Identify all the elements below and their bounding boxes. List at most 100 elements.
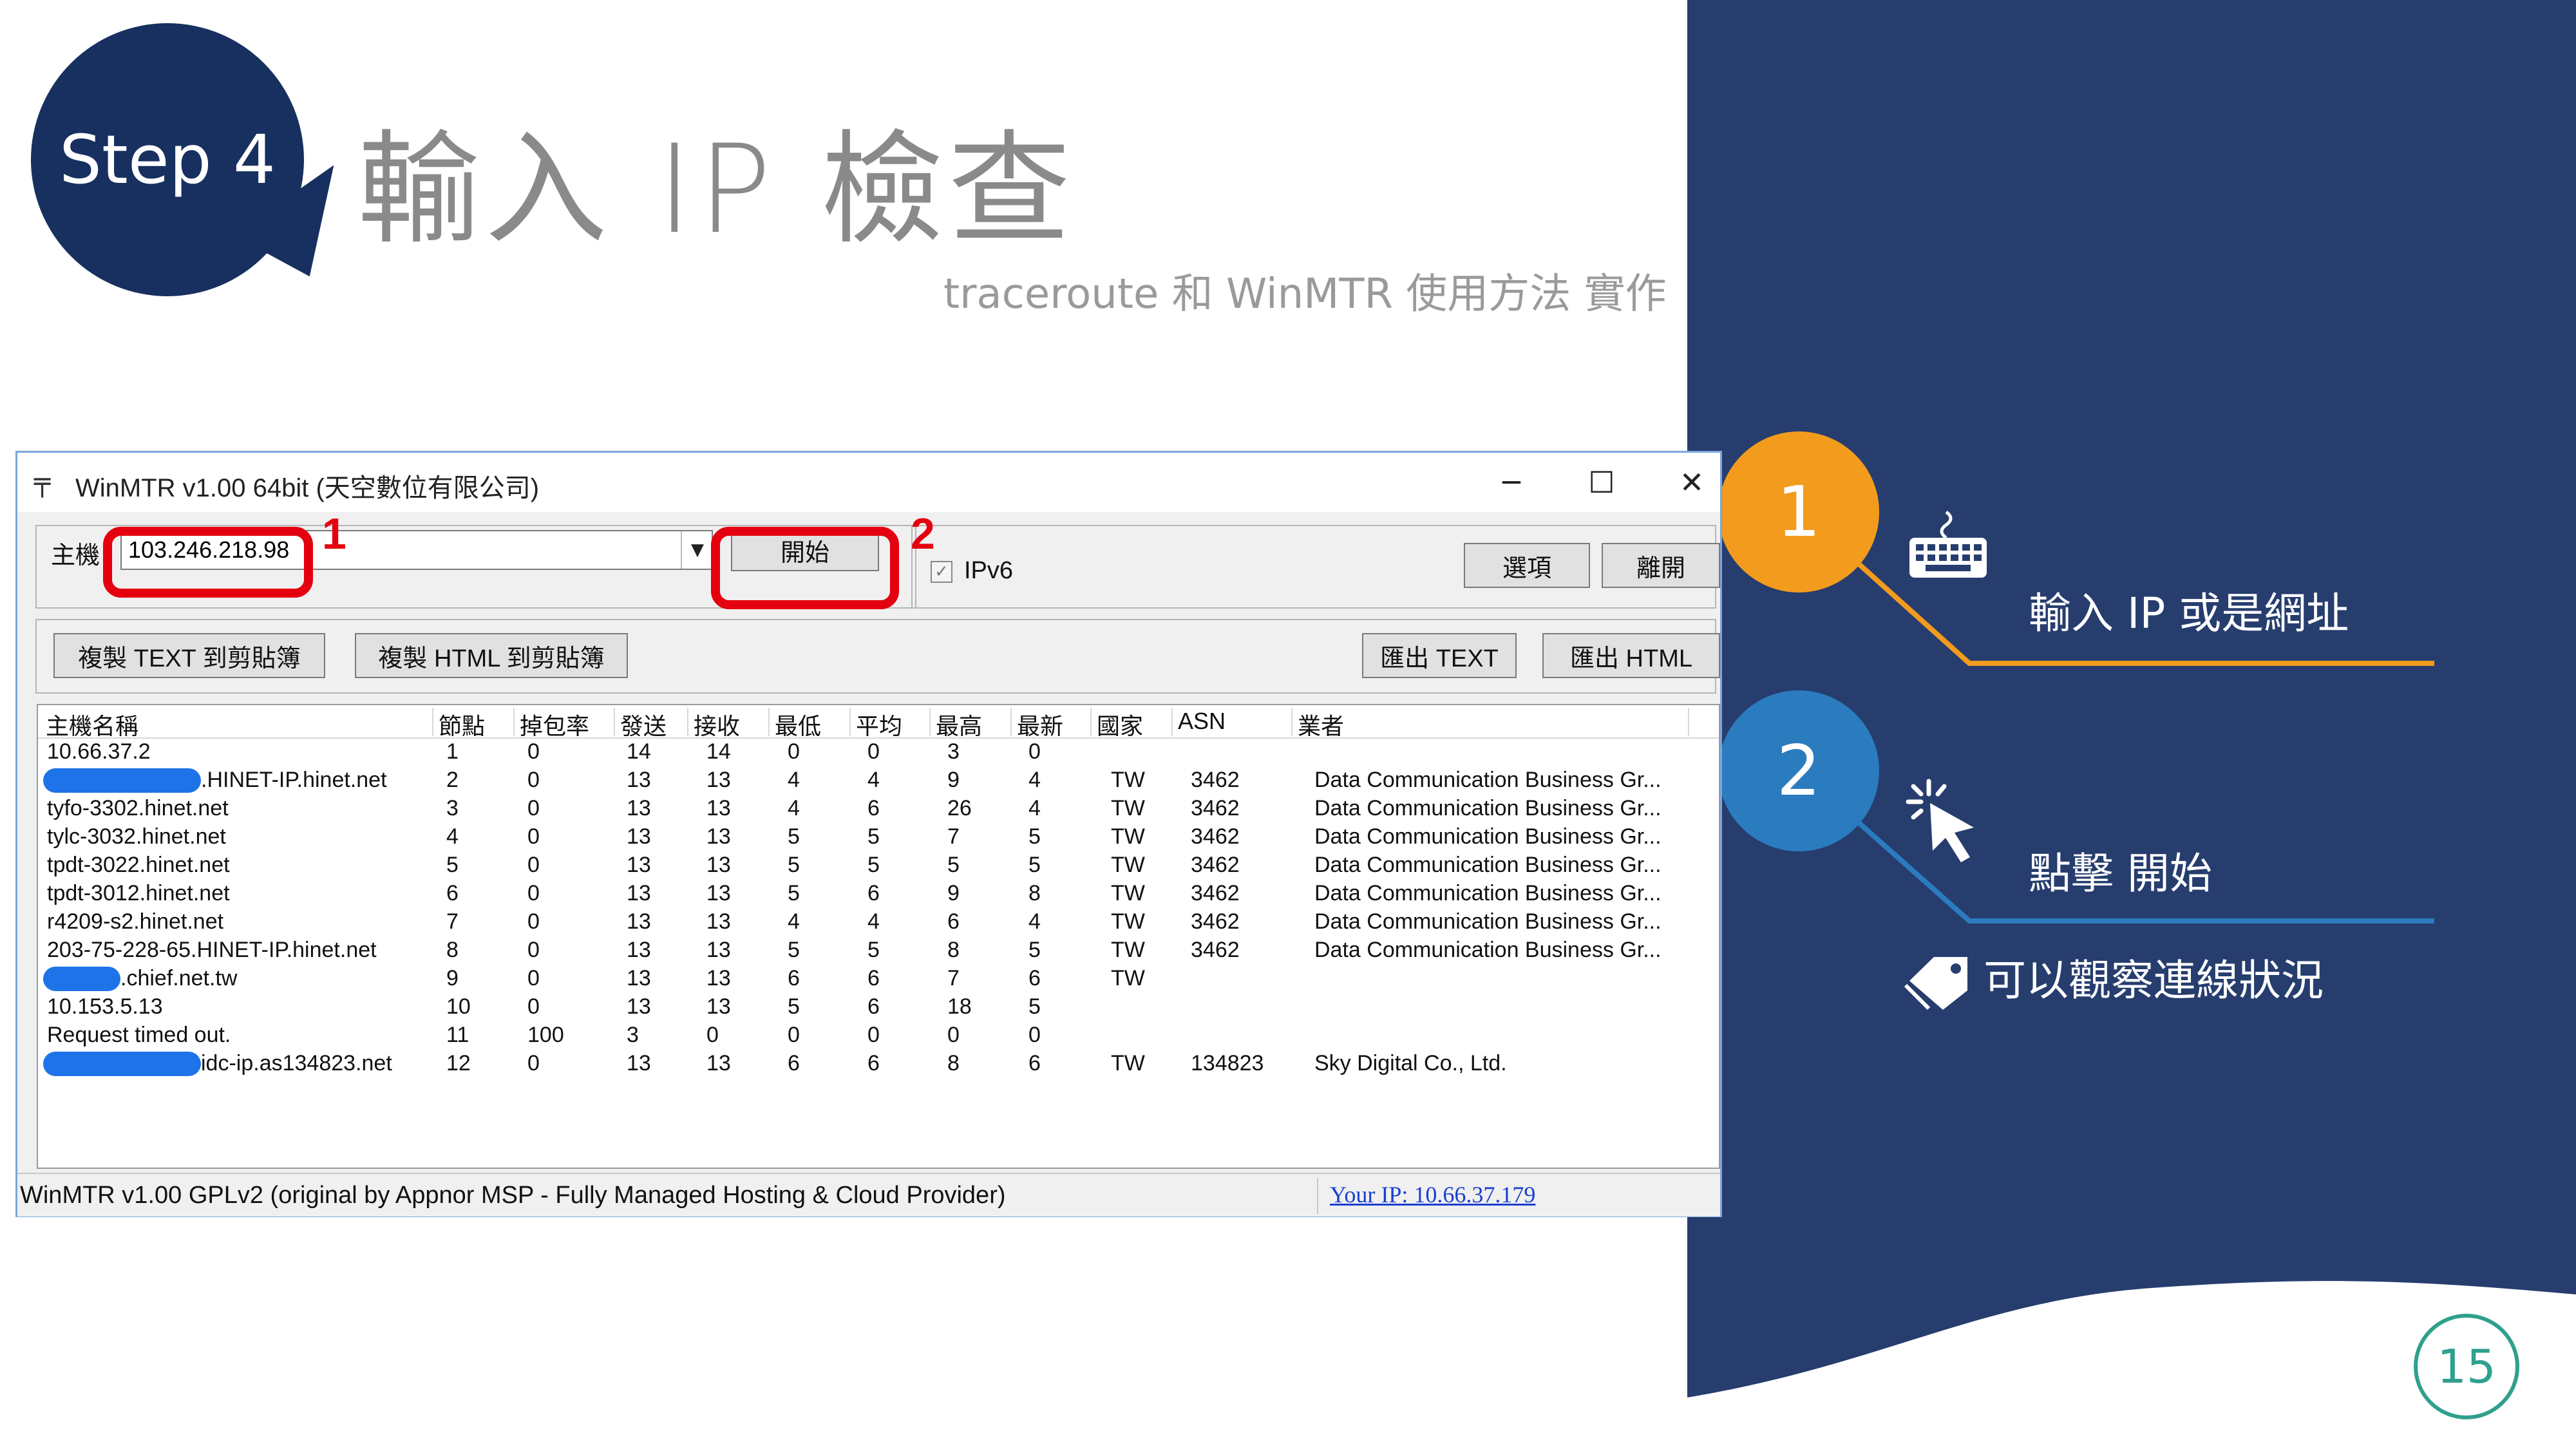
redacted-hostname	[43, 768, 201, 793]
cell-hop: 6	[446, 881, 459, 905]
table-row[interactable]: 10.66.37.2 1 0 14 14 0 0 3 0	[38, 737, 1719, 766]
cell-country: TW	[1111, 796, 1145, 820]
cell-avg: 0	[867, 739, 880, 764]
cell-last: 5	[1028, 853, 1041, 877]
window-titlebar[interactable]: ╤ WinMTR v1.00 64bit (天空數位有限公司) ─ ☐ ✕	[17, 453, 1720, 512]
copy-text-button[interactable]: 複製 TEXT 到剪貼簿	[53, 633, 325, 678]
cell-asn: 3462	[1191, 796, 1240, 820]
cell-worst: 7	[947, 966, 960, 990]
export-text-button[interactable]: 匯出 TEXT	[1362, 633, 1517, 678]
table-row[interactable]: tpdt-3022.hinet.net 5 0 13 13 5 5 5 5 TW 3462 Data …	[38, 851, 1719, 879]
column-header-country[interactable]: 國家	[1092, 708, 1173, 736]
cell-host: r4209-s2.hinet.net	[47, 909, 224, 934]
options-button[interactable]: 選項	[1464, 543, 1590, 588]
cell-provider: Data Communication Business Gr...	[1314, 881, 1662, 905]
cell-recv: 13	[706, 909, 731, 934]
column-header-recv[interactable]: 接收	[688, 708, 770, 736]
table-row[interactable]: tyfo-3302.hinet.net 3 0 13 13 4 6 26 4 TW 3462 Data…	[38, 794, 1719, 822]
column-header-sent[interactable]: 發送	[615, 708, 688, 736]
cell-avg: 6	[867, 881, 880, 905]
column-header-provider[interactable]: 業者	[1293, 708, 1689, 736]
table-row[interactable]: .chief.net.tw 9 0 13 13 6 6 7 6 TW	[38, 964, 1719, 992]
cell-best: 5	[788, 824, 800, 849]
callout-2: 2	[911, 509, 935, 558]
cell-sent: 13	[627, 966, 651, 990]
cell-worst: 8	[947, 1051, 960, 1075]
table-row[interactable]: .HINET-IP.hinet.net 2 0 13 13 4 4 9 4 TW 3462 Data …	[38, 766, 1719, 794]
cell-host: .HINET-IP.hinet.net	[201, 768, 387, 792]
cell-host: 10.66.37.2	[47, 739, 151, 764]
ipv6-label: IPv6	[964, 557, 1014, 584]
maximize-icon[interactable]: ☐	[1576, 459, 1627, 506]
cell-sent: 13	[627, 909, 651, 934]
cell-loss: 0	[527, 938, 540, 962]
callout-1: 1	[322, 509, 346, 558]
column-header-avg[interactable]: 平均	[851, 708, 931, 736]
table-row[interactable]: 10.153.5.13 10 0 13 13 5 6 18 5	[38, 992, 1719, 1021]
cell-hop: 5	[446, 853, 459, 877]
table-row[interactable]: 203-75-228-65.HINET-IP.hinet.net 8 0 13 13 5 5…	[38, 936, 1719, 964]
cell-recv: 13	[706, 853, 731, 877]
column-header-loss[interactable]: 掉包率	[515, 708, 615, 736]
column-header-asn[interactable]: ASN	[1173, 708, 1293, 736]
cell-last: 8	[1028, 881, 1041, 905]
cell-recv: 13	[706, 994, 731, 1019]
cell-last: 4	[1028, 796, 1041, 820]
cell-sent: 13	[627, 938, 651, 962]
exit-button[interactable]: 離開	[1602, 543, 1720, 588]
cell-host: tpdt-3012.hinet.net	[47, 881, 230, 905]
table-row[interactable]: idc-ip.as134823.net 12 0 13 13 6 6 8 6 TW 134823 Sk…	[38, 1049, 1719, 1077]
table-header: 主機名稱 節點 掉包率 發送 接收 最低 平均 最高 最新 國家 ASN 業者	[38, 705, 1719, 739]
start-button-highlight	[711, 527, 899, 609]
cell-loss: 0	[527, 881, 540, 905]
ipv6-checkbox[interactable]: ✓	[931, 561, 952, 583]
cell-loss: 0	[527, 909, 540, 934]
close-icon[interactable]: ✕	[1666, 459, 1718, 506]
cell-sent: 13	[627, 824, 651, 849]
cell-best: 5	[788, 881, 800, 905]
cell-host: idc-ip.as134823.net	[201, 1051, 392, 1075]
column-header-hop[interactable]: 節點	[433, 708, 515, 736]
step-1-text: 輸入 IP 或是網址	[2029, 589, 2349, 638]
cell-loss: 0	[527, 768, 540, 792]
cell-host: tyfo-3302.hinet.net	[47, 796, 229, 820]
cell-worst: 3	[947, 739, 960, 764]
host-label: 主機	[51, 542, 100, 569]
your-ip-link[interactable]: Your IP: 10.66.37.179	[1317, 1178, 1720, 1214]
cell-hop: 8	[446, 938, 459, 962]
cell-provider: Data Communication Business Gr...	[1314, 796, 1662, 820]
note-text: 可以觀察連線狀況	[1984, 956, 2324, 1005]
cell-host: Request timed out.	[47, 1023, 231, 1047]
cell-provider: Data Communication Business Gr...	[1314, 824, 1662, 849]
table-row[interactable]: Request timed out. 11 100 3 0 0 0 0 0	[38, 1021, 1719, 1049]
cell-recv: 0	[706, 1023, 719, 1047]
host-input-highlight	[103, 527, 313, 598]
trace-table[interactable]: 主機名稱 節點 掉包率 發送 接收 最低 平均 最高 最新 國家 ASN 業者 …	[37, 704, 1720, 1169]
copy-html-button[interactable]: 複製 HTML 到剪貼簿	[355, 633, 628, 678]
cell-best: 0	[788, 739, 800, 764]
cell-provider: Data Communication Business Gr...	[1314, 938, 1662, 962]
cell-loss: 100	[527, 1023, 564, 1047]
column-header-host[interactable]: 主機名稱	[41, 708, 433, 736]
column-header-worst[interactable]: 最高	[931, 708, 1012, 736]
cell-hop: 2	[446, 768, 459, 792]
cell-hop: 12	[446, 1051, 471, 1075]
cell-hop: 3	[446, 796, 459, 820]
cell-recv: 13	[706, 824, 731, 849]
export-html-button[interactable]: 匯出 HTML	[1542, 633, 1720, 678]
cell-loss: 0	[527, 994, 540, 1019]
cell-sent: 13	[627, 994, 651, 1019]
cell-country: TW	[1111, 1051, 1145, 1075]
minimize-icon[interactable]: ─	[1486, 459, 1537, 506]
cell-country: TW	[1111, 909, 1145, 934]
table-row[interactable]: r4209-s2.hinet.net 7 0 13 13 4 4 6 4 TW 3462 Data C…	[38, 907, 1719, 936]
column-header-last[interactable]: 最新	[1012, 708, 1092, 736]
cell-last: 0	[1028, 1023, 1041, 1047]
cell-hop: 9	[446, 966, 459, 990]
cell-loss: 0	[527, 796, 540, 820]
table-row[interactable]: tpdt-3012.hinet.net 6 0 13 13 5 6 9 8 TW 3462 Data …	[38, 879, 1719, 907]
table-row[interactable]: tylc-3032.hinet.net 4 0 13 13 5 5 7 5 TW 3462 Data …	[38, 822, 1719, 851]
column-header-best[interactable]: 最低	[770, 708, 851, 736]
cell-sent: 13	[627, 768, 651, 792]
host-dropdown-icon[interactable]: ▼	[681, 531, 713, 569]
